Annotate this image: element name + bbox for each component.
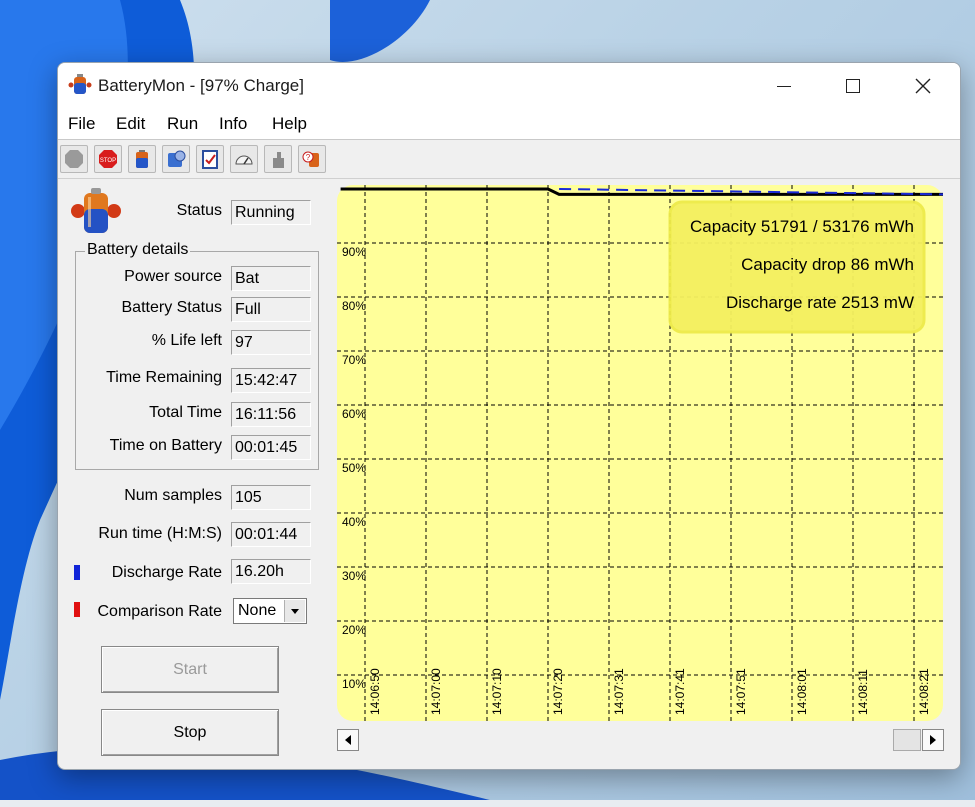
stop-button[interactable]: Stop <box>101 709 279 756</box>
y-tick-label: 50% <box>342 461 366 475</box>
status-field: Running <box>231 200 311 225</box>
menu-info[interactable]: Info <box>219 114 247 134</box>
dropdown-button[interactable] <box>284 600 305 622</box>
x-tick-label: 14:07:20 <box>551 668 565 715</box>
scroll-right-button[interactable] <box>922 729 944 751</box>
num-samples-field: 105 <box>231 485 311 510</box>
start-button[interactable]: Start <box>101 646 279 693</box>
battery-icon <box>136 150 148 168</box>
x-tick-label: 14:07:00 <box>429 668 443 715</box>
close-icon <box>915 78 931 94</box>
battery-button[interactable] <box>128 145 156 173</box>
battery-logo <box>71 188 121 233</box>
info-box-line: Discharge rate 2513 mW <box>726 293 914 312</box>
comparison-rate-swatch <box>74 602 80 617</box>
hand-icon <box>273 152 284 168</box>
battery-status-label: Battery Status <box>121 299 223 316</box>
y-tick-label: 90% <box>342 245 366 259</box>
info-box-line: Capacity 51791 / 53176 mWh <box>690 217 914 236</box>
info-box-line: Capacity drop 86 mWh <box>741 255 914 274</box>
x-tick-label: 14:07:51 <box>734 668 748 715</box>
minimize-button[interactable] <box>755 63 813 109</box>
battery-status-field: Full <box>231 297 311 322</box>
comparison-rate-value: None <box>238 602 277 619</box>
discharge-rate-field: 16.20h <box>231 559 311 584</box>
scroll-thumb[interactable] <box>893 729 921 751</box>
settings-button[interactable] <box>162 145 190 173</box>
close-button[interactable] <box>894 63 952 109</box>
y-tick-label: 60% <box>342 407 366 421</box>
comparison-rate-select[interactable]: None <box>233 598 307 624</box>
x-tick-label: 14:06:50 <box>368 668 382 715</box>
stop-toolbar-button[interactable]: STOP <box>94 145 122 173</box>
status-label: Status <box>176 202 222 219</box>
comparison-rate-label: Comparison Rate <box>97 603 223 620</box>
power-source-field: Bat <box>231 266 311 291</box>
x-tick-label: 14:07:10 <box>490 668 504 715</box>
arrow-right-icon <box>930 735 936 745</box>
help-icon: ? <box>302 151 319 167</box>
scroll-left-button[interactable] <box>337 729 359 751</box>
y-tick-label: 20% <box>342 623 366 637</box>
taskbar <box>0 800 975 807</box>
run-time-label: Run time (H:M:S) <box>98 525 222 542</box>
y-tick-label: 80% <box>342 299 366 313</box>
menu-run[interactable]: Run <box>167 114 198 134</box>
x-tick-label: 14:08:21 <box>917 668 931 715</box>
menu-bar: File Edit Run Info Help <box>58 109 960 140</box>
svg-text:STOP: STOP <box>100 158 116 164</box>
maximize-icon <box>846 79 860 93</box>
life-left-field: 97 <box>231 330 311 355</box>
power-source-label: Power source <box>124 268 222 285</box>
checklist-icon <box>202 150 218 169</box>
svg-text:?: ? <box>306 153 311 162</box>
discharge-rate-swatch <box>74 565 80 580</box>
maximize-button[interactable] <box>824 63 882 109</box>
y-tick-label: 70% <box>342 353 366 367</box>
time-on-battery-field: 00:01:45 <box>231 435 311 460</box>
x-tick-label: 14:07:31 <box>612 668 626 715</box>
arrow-left-icon <box>345 735 351 745</box>
x-tick-label: 14:07:41 <box>673 668 687 715</box>
y-tick-label: 30% <box>342 569 366 583</box>
toolbar: STOP ? <box>58 140 960 179</box>
checklist-button[interactable] <box>196 145 224 173</box>
run-time-field: 00:01:44 <box>231 522 311 547</box>
x-tick-label: 14:08:11 <box>856 669 870 715</box>
num-samples-label: Num samples <box>124 487 222 504</box>
gauge-icon <box>235 155 253 165</box>
chevron-down-icon <box>291 609 299 614</box>
menu-file[interactable]: File <box>68 114 95 134</box>
total-time-label: Total Time <box>149 404 222 421</box>
chart-scrollbar[interactable] <box>337 729 944 751</box>
minimize-icon <box>777 85 791 87</box>
window-title: BatteryMon - [97% Charge] <box>98 76 304 95</box>
battery-chart: 90% 80% 70% 60% 50% 40% 30% 20% 10% 14:06:50 14:07… <box>337 185 943 721</box>
y-tick-label: 10% <box>342 677 366 691</box>
life-left-label: % Life left <box>151 332 222 349</box>
total-time-field: 16:11:56 <box>231 402 311 427</box>
menu-edit[interactable]: Edit <box>116 114 145 134</box>
battery-app-icon <box>68 74 92 94</box>
settings-icon <box>168 150 186 167</box>
x-tick-label: 14:08:01 <box>795 668 809 715</box>
title-bar: BatteryMon - [97% Charge] <box>58 63 960 109</box>
y-tick-label: 40% <box>342 515 366 529</box>
stop-icon: STOP <box>99 150 117 168</box>
help-button[interactable]: ? <box>298 145 326 173</box>
record-button[interactable] <box>60 145 88 173</box>
record-icon <box>65 150 83 168</box>
gauge-button[interactable] <box>230 145 258 173</box>
time-remaining-label: Time Remaining <box>106 369 222 386</box>
batterymon-window: BatteryMon - [97% Charge] File Edit Run … <box>57 62 961 770</box>
time-remaining-field: 15:42:47 <box>231 368 311 393</box>
time-on-battery-label: Time on Battery <box>109 437 222 454</box>
discharge-rate-label: Discharge Rate <box>111 564 222 581</box>
battery-details-title: Battery details <box>85 241 191 259</box>
hand-button[interactable] <box>264 145 292 173</box>
menu-help[interactable]: Help <box>272 114 307 134</box>
